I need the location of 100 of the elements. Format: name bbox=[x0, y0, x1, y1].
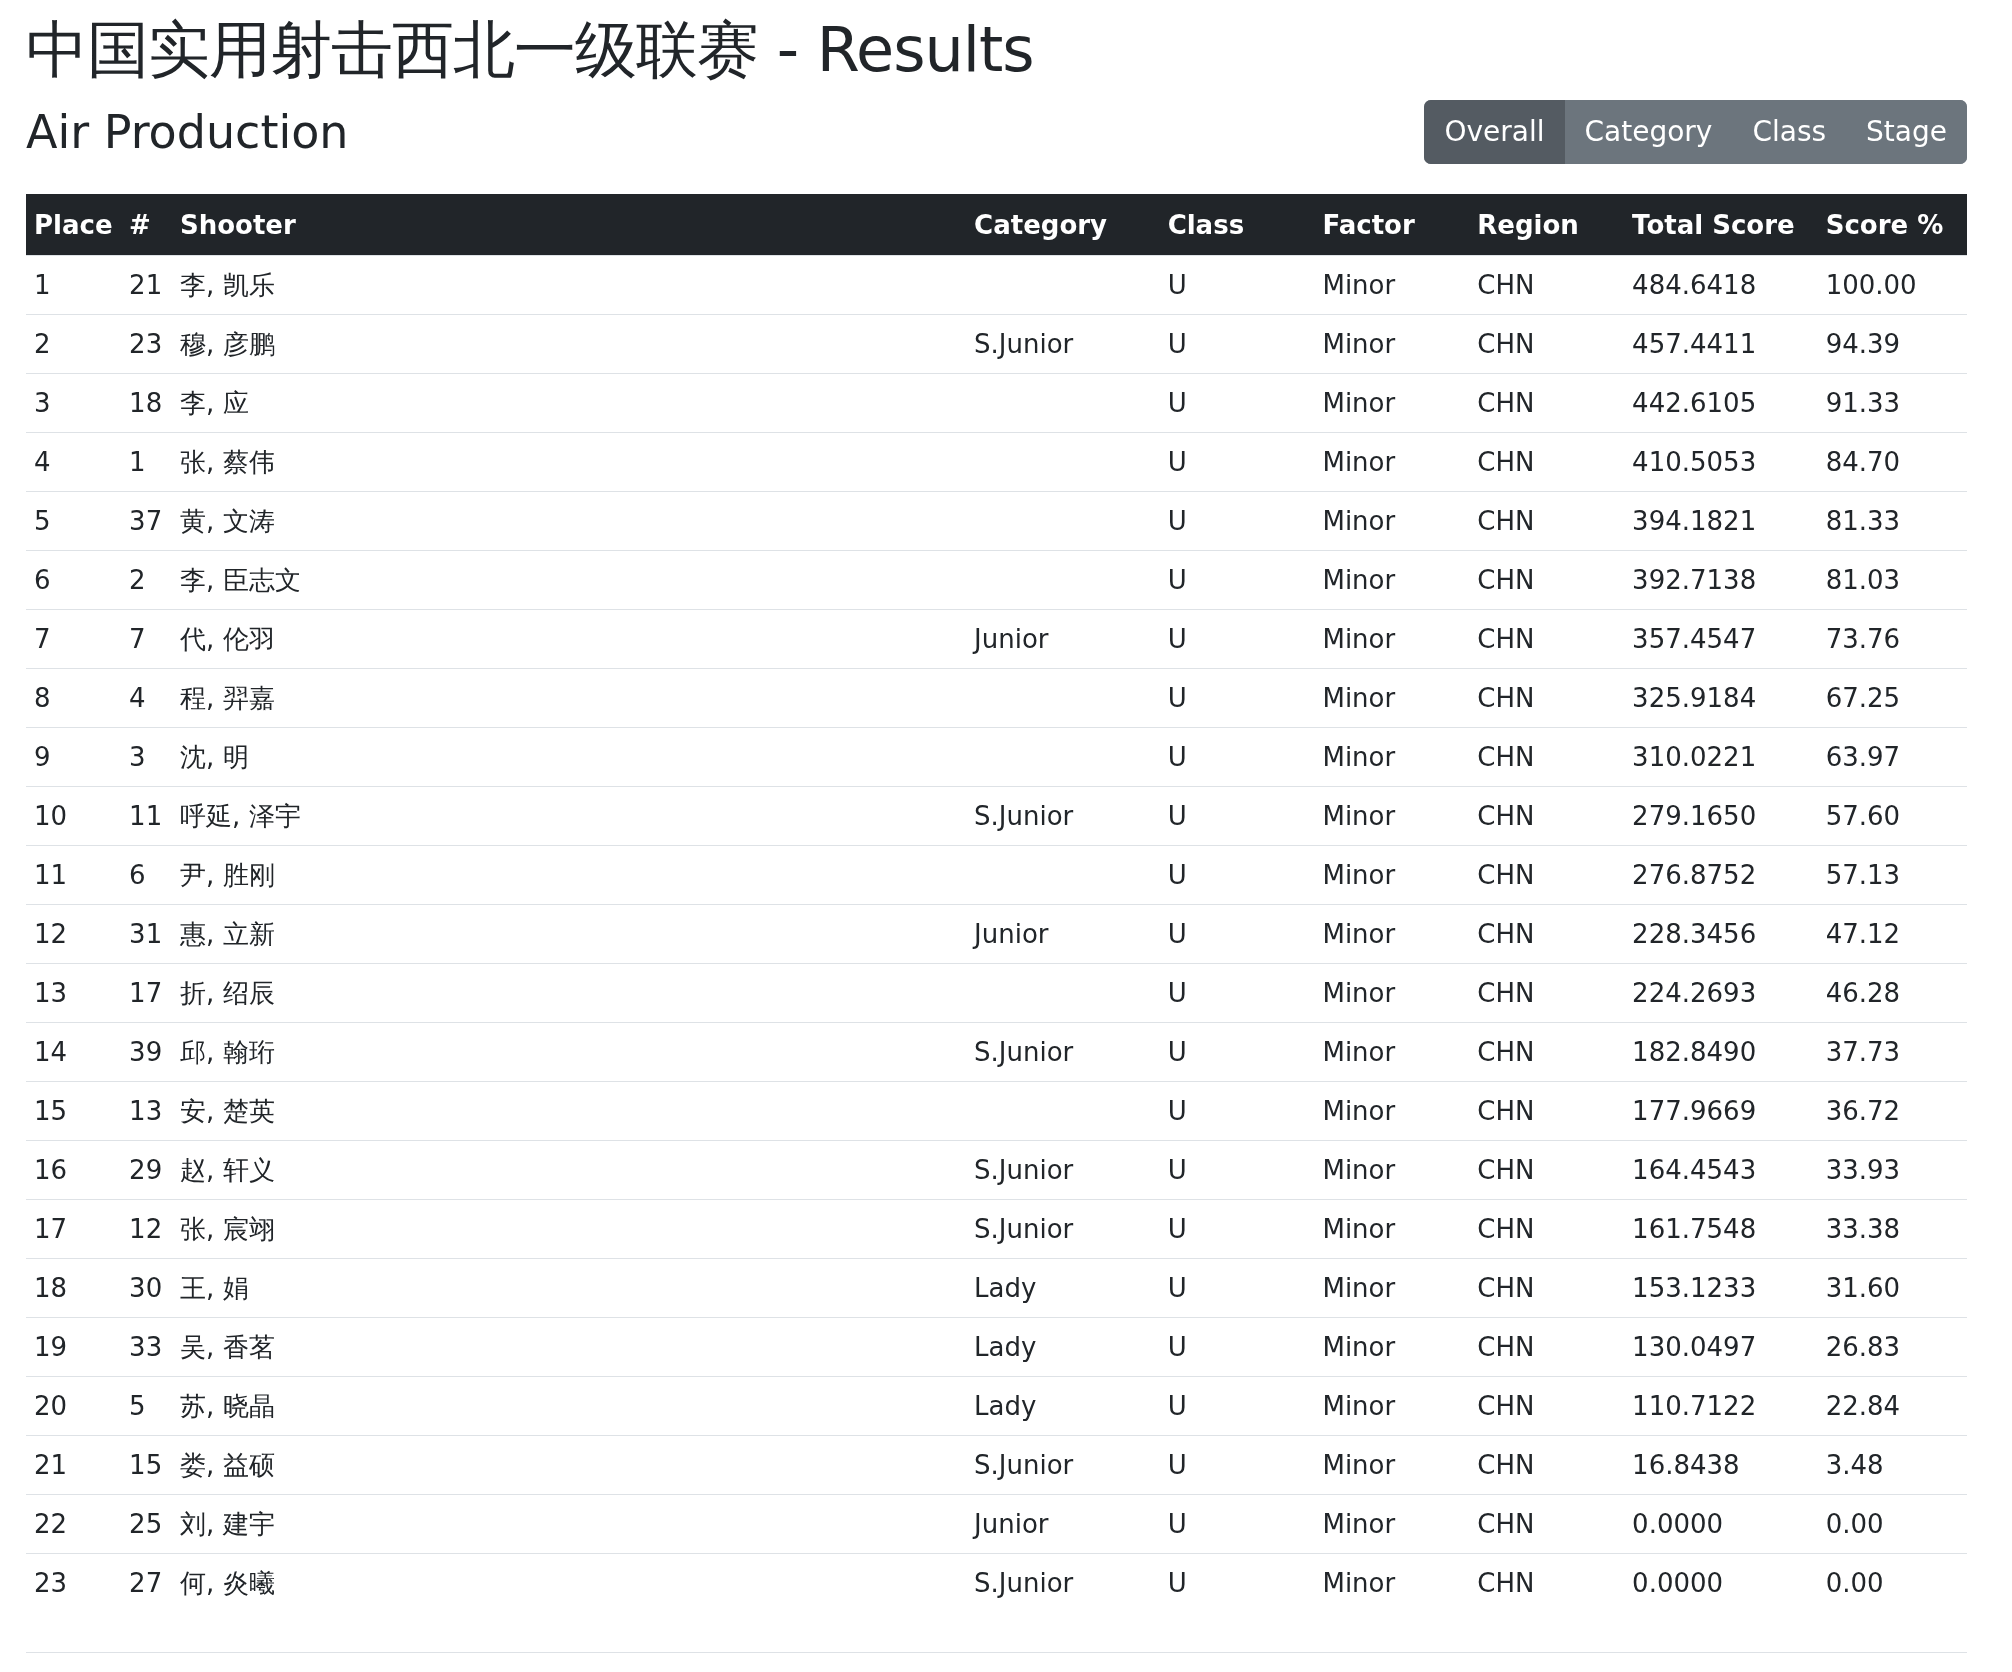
table-cell: U bbox=[1159, 255, 1315, 315]
table-cell: Minor bbox=[1314, 668, 1470, 728]
column-header: Score % bbox=[1817, 194, 1967, 256]
table-cell: 67.25 bbox=[1817, 668, 1967, 728]
table-cell: 18 bbox=[121, 373, 172, 433]
table-cell: 16.8438 bbox=[1624, 1435, 1818, 1495]
table-cell: CHN bbox=[1469, 1258, 1625, 1318]
table-cell: 25 bbox=[121, 1494, 172, 1554]
column-header: # bbox=[121, 194, 172, 256]
table-cell: CHN bbox=[1469, 1081, 1625, 1141]
table-cell: 0.00 bbox=[1817, 1494, 1967, 1554]
table-cell: Lady bbox=[966, 1258, 1160, 1318]
table-cell: Lady bbox=[966, 1317, 1160, 1377]
table-cell: U bbox=[1159, 727, 1315, 787]
table-cell: 7 bbox=[26, 609, 122, 669]
table-cell: CHN bbox=[1469, 904, 1625, 964]
table-cell: 276.8752 bbox=[1624, 845, 1818, 905]
table-cell: U bbox=[1159, 550, 1315, 610]
table-cell: 3 bbox=[26, 373, 122, 433]
table-cell: CHN bbox=[1469, 786, 1625, 846]
table-cell: 12 bbox=[121, 1199, 172, 1259]
table-cell: 31.60 bbox=[1817, 1258, 1967, 1318]
table-cell: U bbox=[1159, 786, 1315, 846]
table-cell: 1 bbox=[26, 255, 122, 315]
table-cell: 57.60 bbox=[1817, 786, 1967, 846]
table-cell: 刘, 建宇 bbox=[172, 1494, 967, 1554]
table-cell: 娄, 益硕 bbox=[172, 1435, 967, 1495]
table-cell: 164.4543 bbox=[1624, 1140, 1818, 1200]
table-cell: 21 bbox=[121, 255, 172, 315]
table-cell: U bbox=[1159, 904, 1315, 964]
table-cell: 9 bbox=[26, 727, 122, 787]
table-cell: 代, 伦羽 bbox=[172, 609, 967, 669]
table-cell: 29 bbox=[121, 1140, 172, 1200]
table-cell: Minor bbox=[1314, 1494, 1470, 1554]
table-cell: 161.7548 bbox=[1624, 1199, 1818, 1259]
table-cell: 8 bbox=[26, 668, 122, 728]
table-cell: 邱, 翰珩 bbox=[172, 1022, 967, 1082]
table-cell: Minor bbox=[1314, 727, 1470, 787]
table-cell: CHN bbox=[1469, 609, 1625, 669]
table-cell: 33 bbox=[121, 1317, 172, 1377]
table-cell: 3 bbox=[121, 727, 172, 787]
table-cell: 94.39 bbox=[1817, 314, 1967, 374]
table-cell: 18 bbox=[26, 1258, 122, 1318]
table-cell: 31 bbox=[121, 904, 172, 964]
table-cell: 17 bbox=[26, 1199, 122, 1259]
table-cell: 6 bbox=[26, 550, 122, 610]
table-cell: 484.6418 bbox=[1624, 255, 1818, 315]
table-cell: 23 bbox=[121, 314, 172, 374]
table-cell: Minor bbox=[1314, 1140, 1470, 1200]
table-cell: CHN bbox=[1469, 432, 1625, 492]
table-cell: Minor bbox=[1314, 963, 1470, 1023]
table-cell: 224.2693 bbox=[1624, 963, 1818, 1023]
table-cell: 李, 应 bbox=[172, 373, 967, 433]
table-cell: U bbox=[1159, 1258, 1315, 1318]
table-cell: Minor bbox=[1314, 550, 1470, 610]
table-cell: 84.70 bbox=[1817, 432, 1967, 492]
table-cell: 苏, 晓晶 bbox=[172, 1376, 967, 1436]
table-cell: 黄, 文涛 bbox=[172, 491, 967, 551]
table-cell: 3.48 bbox=[1817, 1435, 1967, 1495]
table-cell: 22.84 bbox=[1817, 1376, 1967, 1436]
table-cell: Minor bbox=[1314, 1199, 1470, 1259]
table-cell: 22 bbox=[26, 1494, 122, 1554]
view-tab[interactable]: Overall bbox=[1424, 100, 1565, 164]
table-cell: 李, 臣志文 bbox=[172, 550, 967, 610]
table-cell: 10 bbox=[26, 786, 122, 846]
table-cell: 5 bbox=[121, 1376, 172, 1436]
table-cell: CHN bbox=[1469, 255, 1625, 315]
table-cell: 15 bbox=[26, 1081, 122, 1141]
table-cell: CHN bbox=[1469, 963, 1625, 1023]
table-cell: 410.5053 bbox=[1624, 432, 1818, 492]
table-cell: Minor bbox=[1314, 314, 1470, 374]
table-cell: 310.0221 bbox=[1624, 727, 1818, 787]
table-cell: U bbox=[1159, 963, 1315, 1023]
table-cell: S.Junior bbox=[966, 1140, 1160, 1200]
table-cell: 尹, 胜刚 bbox=[172, 845, 967, 905]
table-cell: 吴, 香茗 bbox=[172, 1317, 967, 1377]
table-cell: 57.13 bbox=[1817, 845, 1967, 905]
table-cell: Minor bbox=[1314, 1081, 1470, 1141]
table-cell: 王, 娟 bbox=[172, 1258, 967, 1318]
table-cell: 130.0497 bbox=[1624, 1317, 1818, 1377]
table-cell: 23 bbox=[26, 1553, 122, 1612]
table-cell: CHN bbox=[1469, 727, 1625, 787]
table-cell: 39 bbox=[121, 1022, 172, 1082]
table-cell: Minor bbox=[1314, 373, 1470, 433]
table-cell: 0.00 bbox=[1817, 1553, 1967, 1612]
table-cell: CHN bbox=[1469, 1494, 1625, 1554]
table-cell: S.Junior bbox=[966, 1199, 1160, 1259]
table-cell: U bbox=[1159, 1553, 1315, 1612]
table-cell: 13 bbox=[26, 963, 122, 1023]
table-cell: 394.1821 bbox=[1624, 491, 1818, 551]
table-cell: 李, 凯乐 bbox=[172, 255, 967, 315]
column-header: Shooter bbox=[172, 194, 967, 256]
table-cell: 7 bbox=[121, 609, 172, 669]
table-cell: 37 bbox=[121, 491, 172, 551]
table-cell: U bbox=[1159, 1022, 1315, 1082]
table-cell: CHN bbox=[1469, 550, 1625, 610]
table-cell: 13 bbox=[121, 1081, 172, 1141]
table-cell: Minor bbox=[1314, 786, 1470, 846]
table-cell: Minor bbox=[1314, 1317, 1470, 1377]
column-header: Region bbox=[1469, 194, 1625, 256]
